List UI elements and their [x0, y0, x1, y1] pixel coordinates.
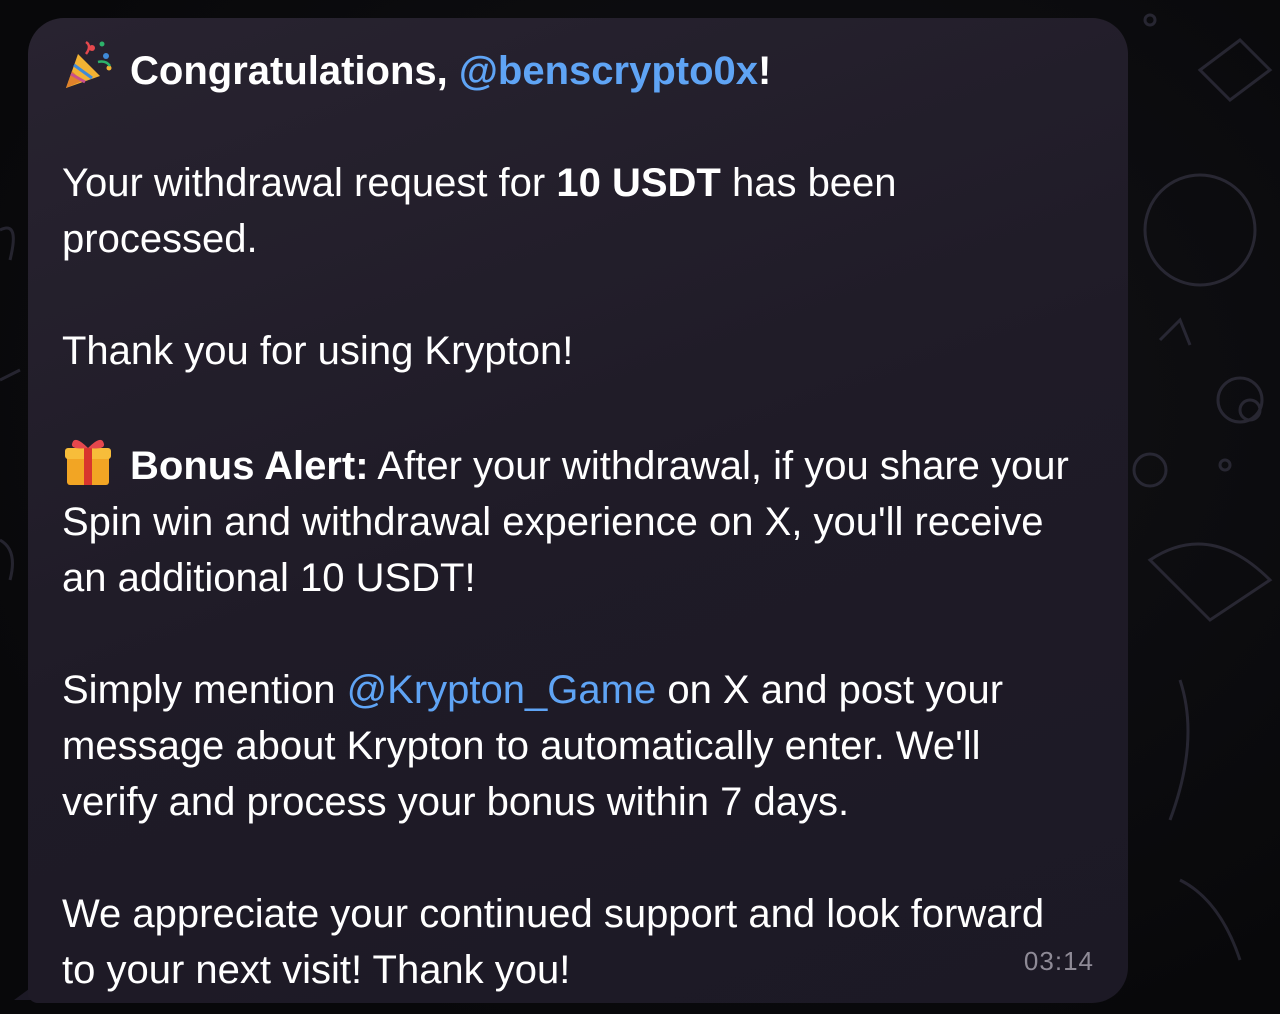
username-mention-link[interactable]: @benscrypto0x — [459, 49, 758, 93]
thanks-paragraph: Thank you for using Krypton! — [62, 329, 574, 373]
gift-icon — [65, 439, 111, 485]
bonus-paragraph: Bonus Alert: After your withdrawal, if y… — [62, 435, 1084, 606]
message-timestamp: 03:14 — [1023, 946, 1094, 976]
party-popper-icon — [66, 40, 112, 88]
closing-paragraph: We appreciate your continued support and… — [62, 892, 1045, 992]
message-title: Congratulations, @benscrypto0x! — [62, 40, 1084, 99]
withdrawal-amount: 10 USDT — [556, 161, 721, 205]
bonus-alert-label: Bonus Alert: — [130, 444, 369, 488]
mention-paragraph: Simply mention @Krypton_Game on X and po… — [62, 668, 1004, 824]
krypton-game-mention-link[interactable]: @Krypton_Game — [347, 668, 657, 712]
message-bubble[interactable]: Congratulations, @benscrypto0x! Your wit… — [28, 18, 1128, 1003]
withdrawal-paragraph: Your withdrawal request for 10 USDT has … — [62, 161, 897, 261]
